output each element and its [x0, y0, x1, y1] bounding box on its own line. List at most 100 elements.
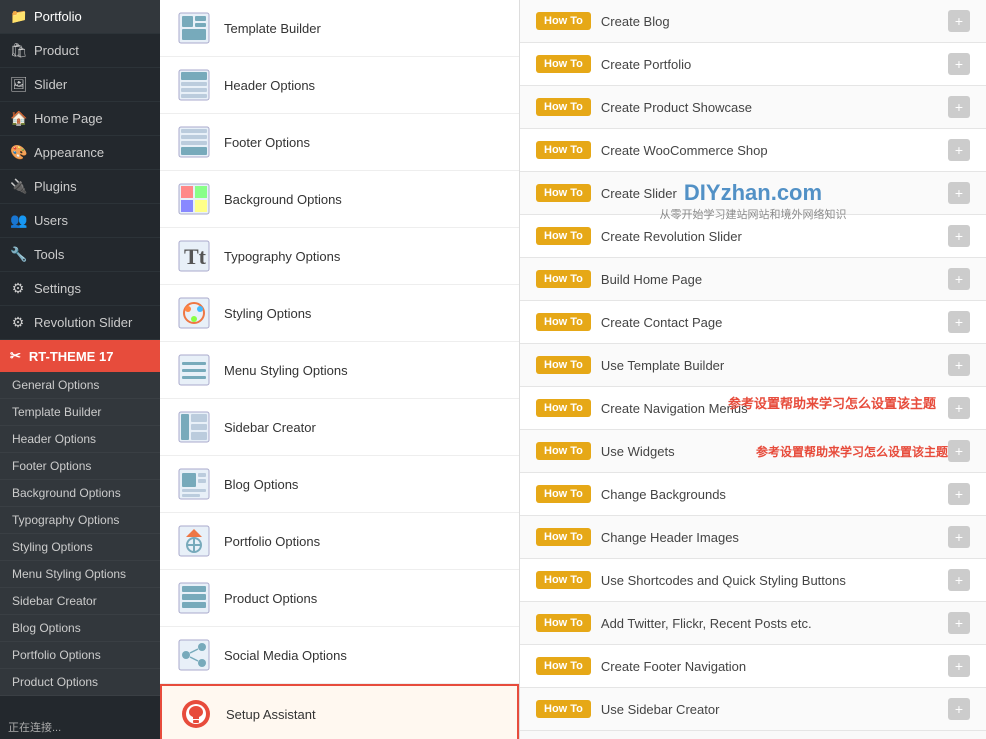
- how-to-row-create-navigation-menus[interactable]: How ToCreate Navigation Menus+: [520, 387, 986, 430]
- sidebar-item-plugins[interactable]: 🔌 Plugins: [0, 170, 160, 204]
- how-to-row-use-widgets[interactable]: How ToUse Widgets参考设置帮助来学习怎么设置该主题+: [520, 430, 986, 473]
- sidebar-item-product[interactable]: 🛍 Product: [0, 34, 160, 68]
- sidebar-item-portfolio[interactable]: 📁 Portfolio: [0, 0, 160, 34]
- how-to-row-create-footer-navigation[interactable]: How ToCreate Footer Navigation+: [520, 645, 986, 688]
- header-options-icon: [176, 67, 212, 103]
- expand-button[interactable]: +: [948, 182, 970, 204]
- how-to-text: Create Footer Navigation: [601, 659, 948, 674]
- expand-button[interactable]: +: [948, 655, 970, 677]
- menu-item-styling-options[interactable]: Styling Options: [160, 285, 519, 342]
- sidebar-item-settings[interactable]: ⚙ Settings: [0, 272, 160, 306]
- sidebar-sub-template-builder[interactable]: Template Builder: [0, 399, 160, 426]
- how-to-badge: How To: [536, 356, 591, 374]
- how-to-row-create-slider[interactable]: How ToCreate Slider+: [520, 172, 986, 215]
- expand-button[interactable]: +: [948, 10, 970, 32]
- menu-item-portfolio-options[interactable]: Portfolio Options: [160, 513, 519, 570]
- expand-button[interactable]: +: [948, 569, 970, 591]
- how-to-badge: How To: [536, 700, 591, 718]
- background-options-icon: [176, 181, 212, 217]
- expand-button[interactable]: +: [948, 612, 970, 634]
- footer-options-icon: [176, 124, 212, 160]
- how-to-row-change-header-images[interactable]: How ToChange Header Images+: [520, 516, 986, 559]
- expand-button[interactable]: +: [948, 354, 970, 376]
- how-to-row-create-woocommerce-shop[interactable]: How ToCreate WooCommerce Shop+: [520, 129, 986, 172]
- setup-assistant-icon: [178, 696, 214, 732]
- how-to-badge: How To: [536, 485, 591, 503]
- expand-button[interactable]: +: [948, 268, 970, 290]
- howto-rows-container: How ToCreate Blog+How ToCreate Portfolio…: [520, 0, 986, 731]
- sidebar-item-revolution-slider[interactable]: ⚙ Revolution Slider: [0, 306, 160, 340]
- how-to-row-use-shortcodes[interactable]: How ToUse Shortcodes and Quick Styling B…: [520, 559, 986, 602]
- rt-theme-sub-menu: General Options Template Builder Header …: [0, 372, 160, 696]
- how-to-row-create-blog[interactable]: How ToCreate Blog+: [520, 0, 986, 43]
- menu-item-menu-styling-options[interactable]: Menu Styling Options: [160, 342, 519, 399]
- sidebar-item-users[interactable]: 👥 Users: [0, 204, 160, 238]
- sidebar: 📁 Portfolio 🛍 Product 🖼 Slider 🏠 Home Pa…: [0, 0, 160, 739]
- expand-button[interactable]: +: [948, 225, 970, 247]
- how-to-row-create-portfolio[interactable]: How ToCreate Portfolio+: [520, 43, 986, 86]
- users-icon: 👥: [10, 212, 26, 229]
- sidebar-item-tools[interactable]: 🔧 Tools: [0, 238, 160, 272]
- sidebar-sub-general-options[interactable]: General Options: [0, 372, 160, 399]
- menu-item-social-media-options[interactable]: Social Media Options: [160, 627, 519, 684]
- expand-button[interactable]: +: [948, 53, 970, 75]
- sidebar-sub-product-options[interactable]: Product Options: [0, 669, 160, 696]
- blog-options-icon: [176, 466, 212, 502]
- product-options-icon: [176, 580, 212, 616]
- settings-icon: ⚙: [10, 280, 26, 297]
- how-to-badge: How To: [536, 313, 591, 331]
- sidebar-item-homepage[interactable]: 🏠 Home Page: [0, 102, 160, 136]
- expand-button[interactable]: +: [948, 96, 970, 118]
- appearance-icon: 🎨: [10, 144, 26, 161]
- menu-item-typography-options[interactable]: Tt Typography Options: [160, 228, 519, 285]
- how-to-badge: How To: [536, 571, 591, 589]
- sidebar-sub-portfolio-options[interactable]: Portfolio Options: [0, 642, 160, 669]
- menu-item-sidebar-creator[interactable]: Sidebar Creator: [160, 399, 519, 456]
- how-to-row-create-revolution-slider[interactable]: How ToCreate Revolution Slider+: [520, 215, 986, 258]
- sidebar-sub-background-options[interactable]: Background Options: [0, 480, 160, 507]
- menu-item-background-options[interactable]: Background Options: [160, 171, 519, 228]
- expand-button[interactable]: +: [948, 483, 970, 505]
- sidebar-sub-styling-options[interactable]: Styling Options: [0, 534, 160, 561]
- how-to-badge: How To: [536, 614, 591, 632]
- expand-button[interactable]: +: [948, 698, 970, 720]
- sidebar-sub-typography-options[interactable]: Typography Options: [0, 507, 160, 534]
- how-to-row-create-product-showcase[interactable]: How ToCreate Product Showcase+: [520, 86, 986, 129]
- expand-button[interactable]: +: [948, 440, 970, 462]
- how-to-row-use-template-builder[interactable]: How To Use Template Builder+: [520, 344, 986, 387]
- rt-theme-icon: ✂: [10, 348, 21, 364]
- how-to-text: Change Backgrounds: [601, 487, 948, 502]
- homepage-icon: 🏠: [10, 110, 26, 127]
- expand-button[interactable]: +: [948, 139, 970, 161]
- how-to-row-create-contact-page[interactable]: How ToCreate Contact Page+: [520, 301, 986, 344]
- menu-item-setup-assistant[interactable]: Setup Assistant: [160, 684, 519, 739]
- how-to-row-build-home-page[interactable]: How ToBuild Home Page+: [520, 258, 986, 301]
- how-to-row-change-backgrounds[interactable]: How To Change Backgrounds+: [520, 473, 986, 516]
- sidebar-item-appearance[interactable]: 🎨 Appearance: [0, 136, 160, 170]
- menu-item-product-options[interactable]: Product Options: [160, 570, 519, 627]
- menu-item-template-builder[interactable]: Template Builder: [160, 0, 519, 57]
- slider-icon: 🖼: [10, 76, 26, 93]
- expand-button[interactable]: +: [948, 397, 970, 419]
- portfolio-icon: 📁: [10, 8, 26, 25]
- how-to-text: Use Widgets: [601, 444, 748, 459]
- menu-item-blog-options[interactable]: Blog Options: [160, 456, 519, 513]
- sidebar-item-slider[interactable]: 🖼 Slider: [0, 68, 160, 102]
- how-to-text: Use Template Builder: [601, 358, 948, 373]
- how-to-text: Use Sidebar Creator: [601, 702, 948, 717]
- product-main-icon: 🛍: [10, 42, 26, 59]
- sidebar-sub-menu-styling-options[interactable]: Menu Styling Options: [0, 561, 160, 588]
- sidebar-sub-blog-options[interactable]: Blog Options: [0, 615, 160, 642]
- menu-item-header-options[interactable]: Header Options: [160, 57, 519, 114]
- sidebar-sub-sidebar-creator[interactable]: Sidebar Creator: [0, 588, 160, 615]
- menu-item-footer-options[interactable]: Footer Options: [160, 114, 519, 171]
- template-builder-icon: [176, 10, 212, 46]
- expand-button[interactable]: +: [948, 311, 970, 333]
- sidebar-sub-header-options[interactable]: Header Options: [0, 426, 160, 453]
- rt-theme-header[interactable]: ✂ RT-THEME 17: [0, 340, 160, 372]
- sidebar-sub-footer-options[interactable]: Footer Options: [0, 453, 160, 480]
- how-to-row-use-sidebar-creator[interactable]: How To Use Sidebar Creator+: [520, 688, 986, 731]
- how-to-row-add-twitter[interactable]: How ToAdd Twitter, Flickr, Recent Posts …: [520, 602, 986, 645]
- how-to-badge: How To: [536, 227, 591, 245]
- expand-button[interactable]: +: [948, 526, 970, 548]
